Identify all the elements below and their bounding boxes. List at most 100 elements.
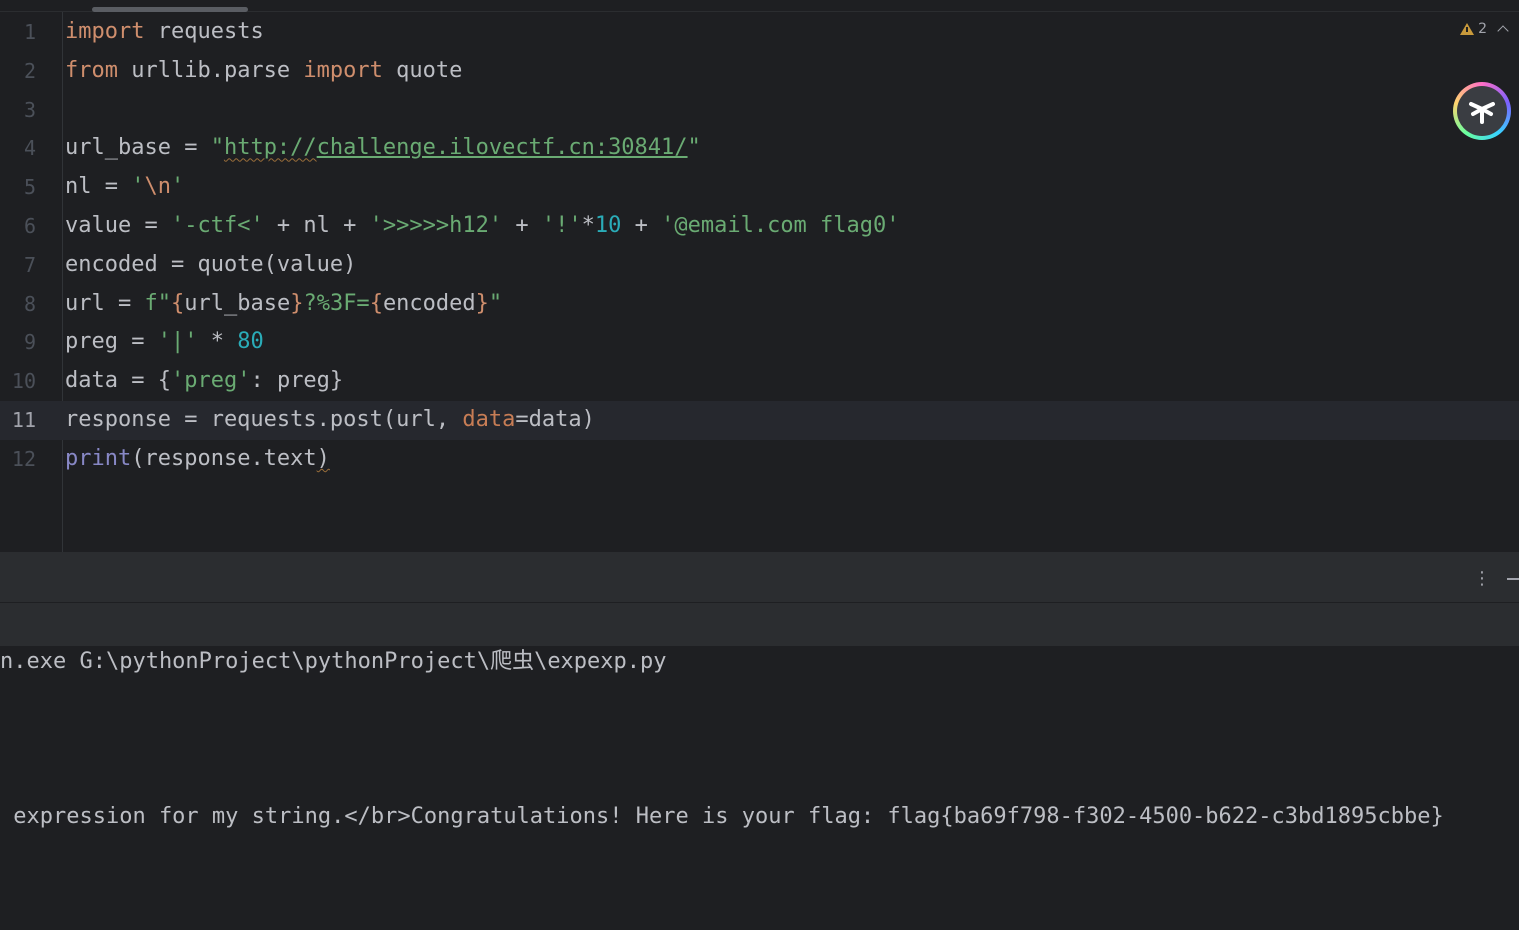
code-token: 10: [594, 212, 622, 238]
code-token: ": [210, 135, 224, 161]
line-number: 9: [23, 330, 36, 355]
code-token: {: [369, 290, 383, 316]
code-token: data = {: [65, 368, 171, 394]
code-text: nl = '\n': [65, 168, 184, 207]
code-token: '|': [157, 329, 198, 355]
warning-triangle-icon: [1460, 23, 1475, 35]
code-token: : preg}: [250, 368, 344, 394]
console-command-line: n.exe G:\pythonProject\pythonProject\爬虫\…: [0, 649, 667, 674]
line-number: 7: [23, 252, 36, 277]
code-token: 80: [237, 329, 264, 355]
code-token: ': [131, 174, 145, 200]
code-token: print: [65, 445, 132, 471]
code-token: quote: [382, 57, 463, 83]
code-token: encoded = quote(value): [65, 251, 357, 277]
line-number: 2: [23, 58, 36, 83]
code-token: url_base =: [65, 135, 211, 161]
code-token: {: [170, 290, 185, 316]
code-token: '-ctf<': [170, 212, 264, 238]
line-number: 11: [11, 407, 36, 432]
line-number: 1: [23, 20, 36, 44]
code-token: encoded: [382, 290, 476, 316]
line-number: 4: [23, 136, 36, 161]
code-token: preg =: [65, 329, 158, 355]
run-tool-window-toolbar: [0, 603, 1519, 646]
code-token: + nl +: [263, 212, 370, 238]
code-token: }: [290, 290, 304, 316]
code-token: ): [316, 445, 330, 471]
code-token: '>>>>>h12': [369, 212, 503, 238]
code-token: ": [488, 290, 503, 316]
code-editor[interactable]: 1 import requests 2 from urllib.parse impor…: [0, 0, 1519, 552]
code-token: +: [621, 212, 662, 238]
code-text: data = {'preg': preg}: [65, 362, 343, 401]
console-output-line: expression for my string.</br>Congratula…: [0, 804, 1444, 829]
warning-count: 2: [1478, 21, 1487, 37]
code-token: response = requests.post(url,: [65, 406, 463, 432]
run-tool-window-header: ⋮: [0, 552, 1519, 603]
code-text: value = '-ctf<' + nl + '>>>>>h12' + '!'*…: [65, 207, 900, 246]
line-number: 5: [23, 175, 36, 200]
code-token: 'preg': [170, 368, 251, 394]
code-token: url =: [65, 290, 145, 316]
code-line[interactable]: 10 data = {'preg': preg}: [0, 362, 1519, 401]
code-line[interactable]: 8 url = f"{url_base}?%3F={encoded}": [0, 285, 1519, 324]
code-token: }: [475, 290, 489, 316]
chevron-up-icon[interactable]: [1497, 25, 1509, 37]
code-token: (response.text: [131, 445, 317, 471]
code-token: urllib.parse: [117, 57, 304, 83]
code-token: ': [170, 174, 185, 200]
code-line[interactable]: 6 value = '-ctf<' + nl + '>>>>>h12' + '!'…: [0, 207, 1519, 246]
code-token: ": [687, 135, 701, 161]
code-lines: 1 import requests 2 from urllib.parse impor…: [0, 13, 1519, 479]
inspection-widget[interactable]: 2: [1460, 19, 1509, 39]
code-line[interactable]: 9 preg = '|' * 80: [0, 323, 1519, 362]
code-token: import: [303, 57, 383, 83]
code-token: '@email.com flag0': [661, 212, 900, 238]
code-text: encoded = quote(value): [65, 246, 356, 285]
code-line[interactable]: 4 url_base = "http://challenge.ilovectf.c…: [0, 129, 1519, 168]
line-number: 8: [23, 291, 36, 316]
line-number: 10: [11, 369, 36, 394]
code-text: print(response.text): [65, 440, 330, 479]
horizontal-scrollbar-thumb[interactable]: [92, 7, 248, 12]
code-text: import requests: [65, 13, 264, 52]
ai-assistant-button[interactable]: [1453, 82, 1511, 140]
code-token: from: [65, 57, 118, 83]
ai-assistant-icon: [1457, 86, 1507, 136]
code-token: import: [65, 19, 145, 44]
code-token: *: [197, 329, 238, 355]
code-token: \n: [144, 174, 171, 200]
code-line[interactable]: 3: [0, 91, 1519, 130]
code-token: value =: [65, 212, 171, 238]
ide-window: 1 import requests 2 from urllib.parse impor…: [0, 0, 1519, 930]
code-line[interactable]: 5 nl = '\n': [0, 168, 1519, 207]
code-token: http://: [223, 135, 317, 161]
run-console[interactable]: n.exe G:\pythonProject\pythonProject\爬虫\…: [0, 646, 1519, 930]
code-token: ?%3F=: [303, 290, 370, 316]
code-text: preg = '|' * 80: [65, 323, 264, 362]
code-token: '!': [541, 212, 582, 238]
code-line[interactable]: 12 print(response.text): [0, 440, 1519, 479]
code-text: response = requests.post(url, data=data): [65, 401, 595, 440]
code-token: nl =: [65, 174, 132, 200]
code-text: url = f"{url_base}?%3F={encoded}": [65, 285, 502, 324]
code-token: *: [581, 212, 595, 238]
more-vertical-icon[interactable]: ⋮: [1470, 567, 1494, 591]
code-text: from urllib.parse import quote: [65, 52, 462, 91]
code-line[interactable]: 1 import requests: [0, 13, 1519, 52]
code-text: url_base = "http://challenge.ilovectf.cn…: [65, 129, 701, 168]
code-line[interactable]: 11 response = requests.post(url, data=dat…: [0, 400, 1519, 440]
code-token: +: [502, 212, 542, 238]
line-number: 6: [23, 213, 36, 238]
code-token: url_base: [184, 290, 291, 316]
code-token: challenge.ilovectf.cn:30841/: [316, 135, 688, 161]
code-line[interactable]: 2 from urllib.parse import quote: [0, 52, 1519, 91]
code-line[interactable]: 7 encoded = quote(value): [0, 246, 1519, 285]
code-token: requests: [144, 19, 264, 44]
line-number: 12: [11, 446, 36, 471]
editor-top-strip: [0, 0, 1519, 12]
code-token: data: [462, 406, 516, 432]
line-number: 3: [23, 97, 36, 122]
minimize-icon[interactable]: [1501, 565, 1519, 591]
